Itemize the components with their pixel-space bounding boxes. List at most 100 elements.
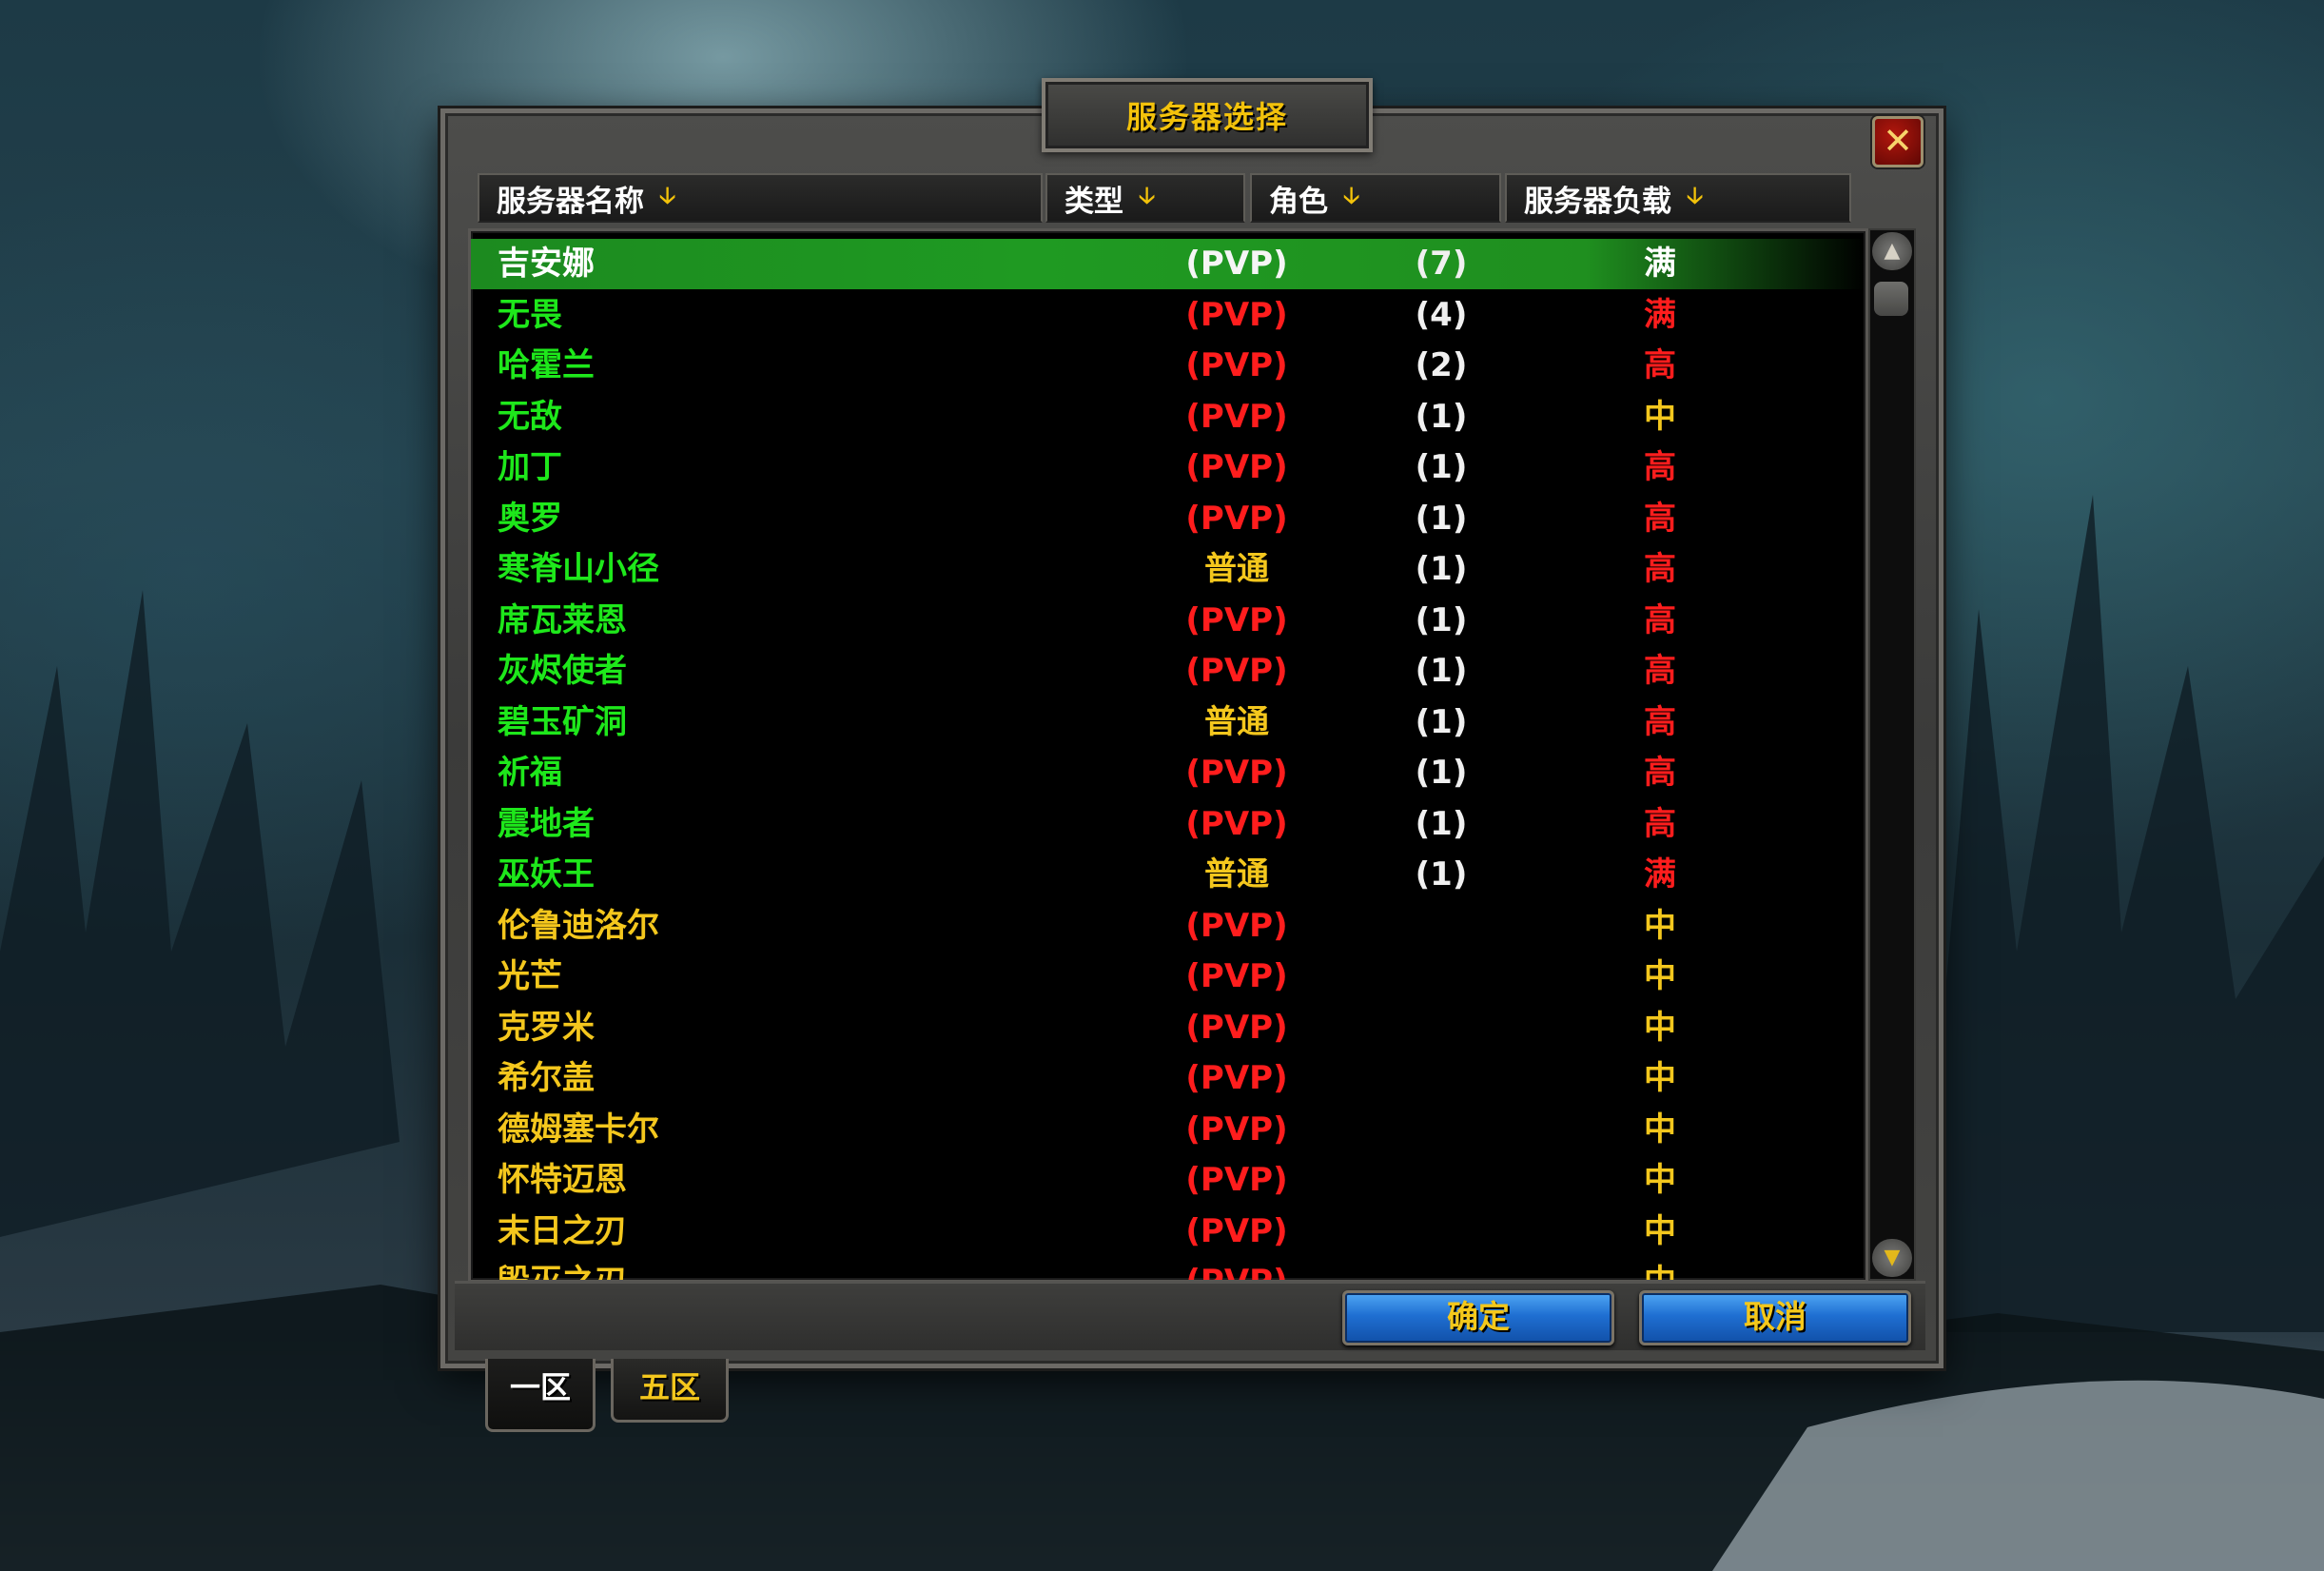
server-character-count	[1346, 1053, 1536, 1104]
server-name: 哈霍兰	[498, 346, 595, 384]
server-load: 高	[1644, 346, 1676, 384]
sort-arrow-icon: 🡣	[659, 181, 676, 208]
dialog-title: 服务器选择	[1042, 78, 1373, 152]
server-row[interactable]: 巫妖王 普通 (1) 满	[471, 850, 1865, 900]
server-name: 伦鲁迪洛尔	[498, 906, 659, 945]
server-row[interactable]: 伦鲁迪洛尔 (PVP) 中	[471, 901, 1865, 952]
server-name: 碧玉矿洞	[498, 702, 627, 741]
column-header-name[interactable]: 服务器名称 🡣	[478, 173, 1043, 223]
scroll-up-icon[interactable]: ▲	[1872, 232, 1912, 270]
server-load: 高	[1644, 499, 1676, 538]
column-header-row: 服务器名称 🡣 类型 🡣 角色 🡣 服务器负载 🡣	[478, 173, 1851, 223]
ok-button[interactable]: 确定	[1342, 1290, 1614, 1345]
server-character-count: (4)	[1415, 295, 1468, 334]
server-character-count: (7)	[1415, 245, 1468, 283]
server-load: 满	[1644, 245, 1676, 283]
server-load: 中	[1644, 1008, 1676, 1047]
column-header-load-label: 服务器负载	[1524, 184, 1671, 219]
server-name: 无敌	[498, 397, 562, 436]
server-load: 高	[1644, 550, 1676, 588]
server-row[interactable]: 灰烬使者 (PVP) (1) 高	[471, 646, 1865, 697]
server-load: 中	[1644, 397, 1676, 436]
server-name: 巫妖王	[498, 855, 595, 894]
server-row[interactable]: 祈福 (PVP) (1) 高	[471, 748, 1865, 798]
server-row[interactable]: 希尔盖 (PVP) 中	[471, 1053, 1865, 1104]
server-character-count	[1346, 1257, 1536, 1280]
server-load: 中	[1644, 957, 1676, 995]
server-name: 席瓦莱恩	[498, 600, 627, 639]
scroll-down-icon[interactable]: ▼	[1872, 1239, 1912, 1277]
server-load: 满	[1644, 295, 1676, 334]
server-row[interactable]: 无敌 (PVP) (1) 中	[471, 392, 1865, 442]
column-header-type-label: 类型	[1064, 184, 1123, 219]
sort-arrow-icon: 🡣	[1687, 181, 1704, 208]
server-row[interactable]: 怀特迈恩 (PVP) 中	[471, 1155, 1865, 1206]
server-load: 满	[1644, 855, 1676, 894]
server-load: 高	[1644, 754, 1676, 792]
server-character-count: (1)	[1415, 600, 1468, 639]
close-icon[interactable]: ✕	[1872, 116, 1924, 167]
server-character-count: (1)	[1415, 804, 1468, 843]
server-load: 中	[1644, 1263, 1676, 1283]
server-load: 中	[1644, 1161, 1676, 1199]
server-name: 寒脊山小径	[498, 550, 659, 588]
server-row[interactable]: 席瓦莱恩 (PVP) (1) 高	[471, 596, 1865, 646]
server-load: 中	[1644, 1059, 1676, 1097]
scroll-thumb[interactable]	[1874, 282, 1908, 316]
server-row[interactable]: 震地者 (PVP) (1) 高	[471, 799, 1865, 850]
server-row[interactable]: 无畏 (PVP) (4) 满	[471, 290, 1865, 341]
server-name: 克罗米	[498, 1008, 595, 1047]
server-row[interactable]: 毁灭之刃 (PVP) 中	[471, 1257, 1865, 1283]
server-row[interactable]: 克罗米 (PVP) 中	[471, 1003, 1865, 1053]
server-list: 吉安娜 (PVP) (7) 满无畏 (PVP) (4) 满哈霍兰 (PVP) (2) 高无敌 (PV…	[468, 228, 1868, 1283]
server-name: 奥罗	[498, 499, 562, 538]
server-character-count: (1)	[1415, 499, 1468, 538]
server-row[interactable]: 寒脊山小径 普通 (1) 高	[471, 544, 1865, 595]
server-character-count: (1)	[1415, 397, 1468, 436]
server-character-count	[1346, 1207, 1536, 1257]
server-name: 吉安娜	[498, 245, 595, 283]
server-load: 高	[1644, 652, 1676, 690]
column-header-characters[interactable]: 角色 🡣	[1250, 173, 1501, 223]
server-row[interactable]: 哈霍兰 (PVP) (2) 高	[471, 341, 1865, 391]
server-row[interactable]: 碧玉矿洞 普通 (1) 高	[471, 697, 1865, 748]
sort-arrow-icon: 🡣	[1139, 181, 1156, 208]
tab-region-1[interactable]: 一区	[485, 1359, 596, 1432]
server-row[interactable]: 奥罗 (PVP) (1) 高	[471, 494, 1865, 544]
server-character-count	[1346, 1105, 1536, 1155]
server-load: 中	[1644, 1110, 1676, 1149]
scrollbar[interactable]: ▲ ▼	[1868, 228, 1916, 1281]
column-header-load[interactable]: 服务器负载 🡣	[1505, 173, 1851, 223]
server-load: 中	[1644, 906, 1676, 945]
server-character-count	[1346, 952, 1536, 1002]
sort-arrow-icon: 🡣	[1343, 181, 1360, 208]
tab-region-5[interactable]: 五区	[611, 1359, 729, 1423]
server-character-count	[1346, 901, 1536, 952]
column-header-characters-label: 角色	[1269, 184, 1328, 219]
server-character-count: (1)	[1415, 754, 1468, 792]
server-name: 光芒	[498, 957, 562, 995]
cancel-button[interactable]: 取消	[1639, 1290, 1911, 1345]
server-name: 德姆塞卡尔	[498, 1110, 659, 1149]
server-character-count	[1346, 1003, 1536, 1053]
server-character-count: (1)	[1415, 652, 1468, 690]
column-header-type[interactable]: 类型 🡣	[1045, 173, 1245, 223]
server-name: 祈福	[498, 754, 562, 792]
server-character-count	[1346, 1155, 1536, 1206]
server-row[interactable]: 末日之刃 (PVP) 中	[471, 1207, 1865, 1257]
server-character-count: (1)	[1415, 550, 1468, 588]
server-name: 末日之刃	[498, 1211, 627, 1250]
server-row[interactable]: 德姆塞卡尔 (PVP) 中	[471, 1105, 1865, 1155]
server-name: 加丁	[498, 448, 562, 486]
server-name: 毁灭之刃	[498, 1263, 627, 1283]
server-name: 震地者	[498, 804, 595, 843]
column-header-name-label: 服务器名称	[497, 184, 644, 219]
server-load: 中	[1644, 1211, 1676, 1250]
server-character-count: (1)	[1415, 448, 1468, 486]
server-row[interactable]: 吉安娜 (PVP) (7) 满	[471, 239, 1865, 289]
server-load: 高	[1644, 448, 1676, 486]
server-row[interactable]: 光芒 (PVP) 中	[471, 952, 1865, 1002]
server-load: 高	[1644, 804, 1676, 843]
server-row[interactable]: 加丁 (PVP) (1) 高	[471, 442, 1865, 493]
server-character-count: (1)	[1415, 702, 1468, 741]
